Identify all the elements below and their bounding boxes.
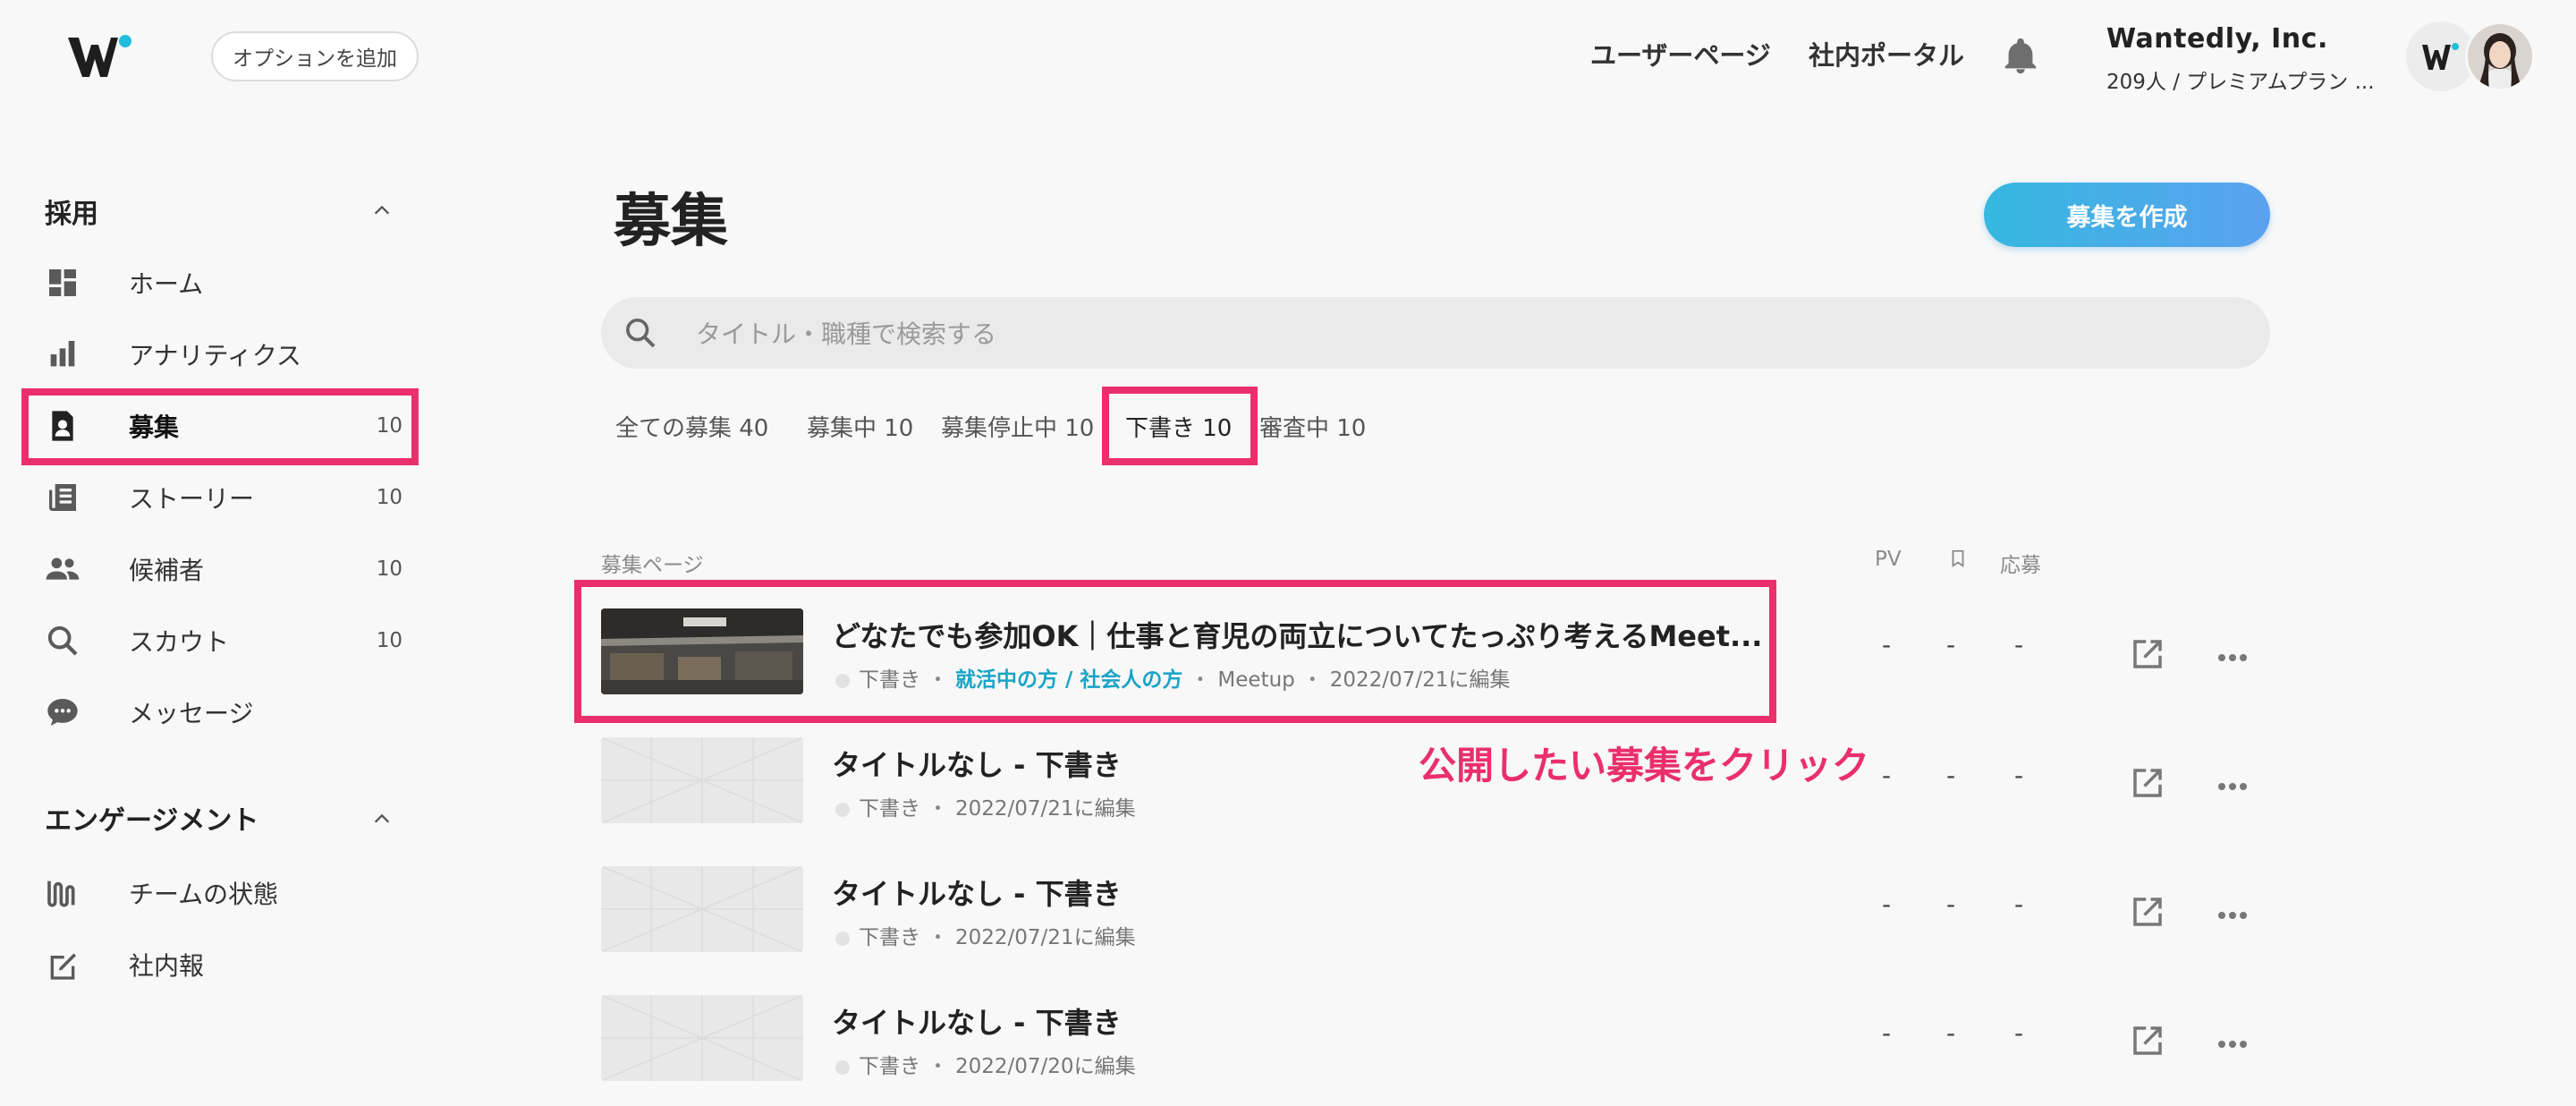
people-icon (45, 551, 80, 587)
logo-icon (68, 35, 131, 77)
more-icon[interactable] (2216, 650, 2249, 661)
tab-paused[interactable]: 募集停止中 10 (941, 410, 1094, 443)
external-link-icon[interactable] (2129, 893, 2166, 931)
more-icon[interactable] (2216, 1036, 2249, 1048)
wantedly-logo[interactable] (66, 32, 138, 82)
chevron-up-icon[interactable] (372, 809, 392, 829)
job-title[interactable]: タイトルなし - 下書き (832, 872, 1122, 913)
sidebar-item-label: ホーム (129, 269, 204, 299)
tab-all[interactable]: 全ての募集 40 (615, 410, 768, 443)
sidebar-item-newsletter[interactable]: 社内報 (25, 931, 415, 999)
apply-value: - (2014, 1018, 2024, 1048)
external-link-icon[interactable] (2129, 635, 2166, 673)
avatar[interactable] (2465, 21, 2535, 91)
page-title: 募集 (614, 189, 728, 255)
bookmark-icon (1948, 548, 1968, 574)
status-text: 下書き (859, 1055, 920, 1078)
job-meta: 下書き・ 2022/07/21に編集 (835, 920, 1136, 950)
job-meta: 下書き・ 2022/07/20に編集 (835, 1049, 1136, 1079)
sidebar-item-label: チームの状態 (129, 880, 279, 909)
sidebar-item-label: アナリティクス (129, 341, 301, 370)
company-name[interactable]: Wantedly, Inc. (2106, 23, 2328, 55)
more-icon[interactable] (2216, 778, 2249, 790)
highlight-box-sidebar (21, 388, 419, 465)
column-header-apply: 応募 (2000, 554, 2041, 577)
edit-icon (45, 947, 80, 983)
sidebar: 採用 ホーム アナリティクス 募集 10 ストーリー 10 候補者 10 スカウ… (0, 116, 426, 1106)
nav-user-page[interactable]: ユーザーページ (1590, 36, 1771, 75)
apply-value: - (2014, 761, 2024, 790)
search-input[interactable] (694, 297, 2218, 370)
sidebar-item-count: 10 (376, 629, 402, 652)
external-link-icon[interactable] (2129, 1022, 2166, 1059)
chat-icon (45, 694, 80, 730)
status-text: 下書き (859, 926, 920, 949)
sidebar-item-label: ストーリー (129, 484, 255, 514)
search-bar (601, 297, 2270, 370)
sidebar-item-team-status[interactable]: チームの状態 (25, 859, 415, 927)
column-header-page: 募集ページ (601, 554, 704, 577)
article-icon (45, 480, 80, 515)
company-plan: 209人 / プレミアムプラン ... (2106, 71, 2375, 94)
pv-value: - (1882, 630, 1892, 659)
add-option-button[interactable]: オプションを追加 (211, 31, 419, 81)
highlight-box-row (574, 580, 1776, 723)
create-job-button[interactable]: 募集を作成 (1984, 183, 2270, 247)
more-icon[interactable] (2216, 907, 2249, 919)
status-text: 下書き (859, 797, 920, 821)
bookmark-value: - (1946, 761, 1956, 790)
nav-portal[interactable]: 社内ポータル (1809, 36, 1964, 75)
sidebar-item-scout[interactable]: スカウト 10 (25, 607, 415, 675)
table-row[interactable]: タイトルなし - 下書き 下書き・ 2022/07/21に編集 - - - (601, 866, 2301, 956)
sidebar-item-label: 社内報 (129, 951, 205, 981)
job-thumbnail-placeholder (601, 866, 803, 952)
column-header-pv: PV (1875, 548, 1902, 571)
pv-value: - (1882, 889, 1892, 919)
sidebar-item-messages[interactable]: メッセージ (25, 678, 415, 746)
job-thumbnail-placeholder (601, 995, 803, 1081)
search-icon (45, 623, 80, 659)
bell-icon[interactable] (2000, 36, 2041, 77)
status-dot (835, 932, 850, 946)
pv-value: - (1882, 1018, 1892, 1048)
sidebar-item-analytics[interactable]: アナリティクス (25, 320, 415, 388)
sidebar-item-label: スカウト (129, 627, 230, 657)
bookmark-value: - (1946, 1018, 1956, 1048)
edited-date: 2022/07/20に編集 (955, 1055, 1136, 1078)
bookmark-value: - (1946, 889, 1956, 919)
highlight-box-tab (1102, 387, 1258, 465)
sidebar-item-label: メッセージ (129, 699, 254, 728)
sidebar-item-count: 10 (376, 557, 402, 581)
job-thumbnail-placeholder (601, 737, 803, 823)
section-recruit-title: 採用 (45, 199, 98, 230)
annotation-text: 公開したい募集をクリック (1419, 744, 1870, 787)
apply-value: - (2014, 630, 2024, 659)
status-dot (835, 803, 850, 817)
search-icon (623, 315, 658, 351)
bookmark-value: - (1946, 630, 1956, 659)
pv-value: - (1882, 761, 1892, 790)
sidebar-item-home[interactable]: ホーム (25, 249, 415, 317)
sidebar-item-label: 候補者 (129, 556, 205, 585)
section-engagement-title: エンゲージメント (45, 805, 259, 837)
edited-date: 2022/07/21に編集 (955, 797, 1136, 821)
job-title[interactable]: タイトルなし - 下書き (832, 1000, 1122, 1042)
sidebar-item-stories[interactable]: ストーリー 10 (25, 464, 415, 532)
job-title[interactable]: タイトルなし - 下書き (832, 743, 1122, 784)
table-row[interactable]: タイトルなし - 下書き 下書き・ 2022/07/20に編集 - - - (601, 995, 2301, 1085)
chevron-up-icon[interactable] (372, 200, 392, 220)
status-dot (835, 1060, 850, 1075)
sidebar-item-candidates[interactable]: 候補者 10 (25, 535, 415, 603)
pulse-icon (45, 875, 80, 911)
edited-date: 2022/07/21に編集 (955, 926, 1136, 949)
dashboard-icon (45, 265, 80, 301)
job-meta: 下書き・ 2022/07/21に編集 (835, 791, 1136, 821)
tab-review[interactable]: 審査中 10 (1259, 410, 1366, 443)
tab-active[interactable]: 募集中 10 (807, 410, 913, 443)
apply-value: - (2014, 889, 2024, 919)
external-link-icon[interactable] (2129, 764, 2166, 802)
sidebar-item-count: 10 (376, 486, 402, 509)
bar-chart-icon (45, 336, 80, 372)
